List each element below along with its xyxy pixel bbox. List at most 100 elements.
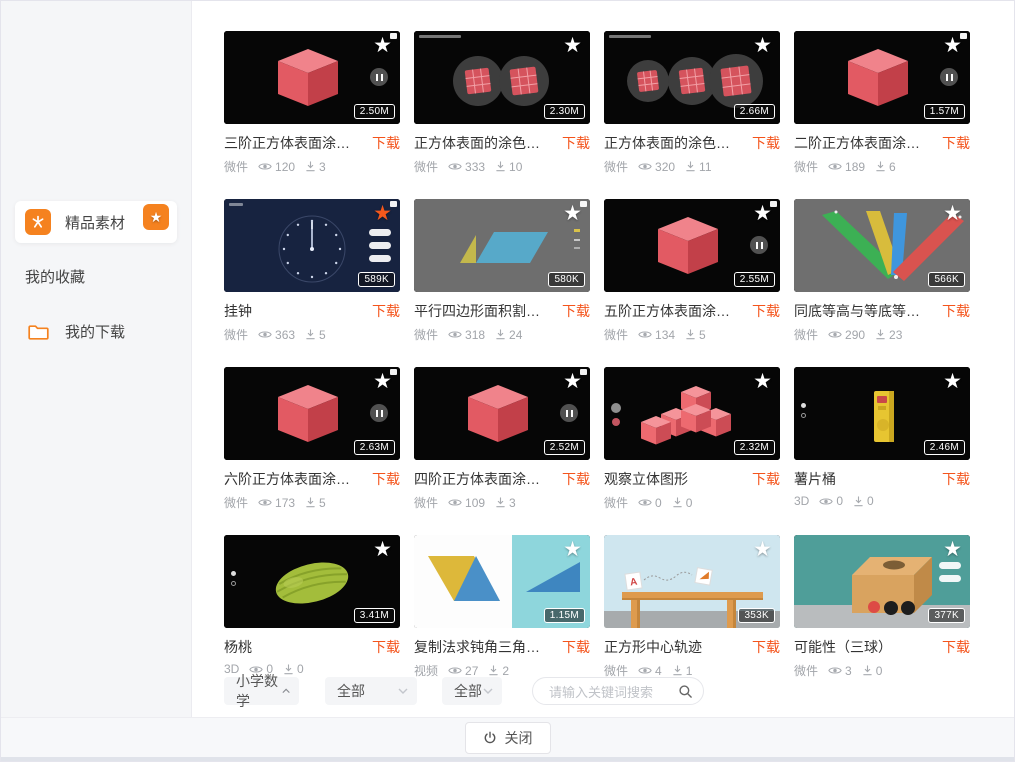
pause-icon[interactable]	[370, 68, 388, 86]
subject-dropdown[interactable]: 小学数学	[224, 677, 299, 705]
view-stat: 363	[258, 328, 295, 342]
file-size-badge: 2.32M	[734, 440, 775, 455]
download-count: 3	[319, 160, 326, 174]
card-stats-row: 3D 0 0	[794, 494, 970, 508]
favorite-star-icon[interactable]: ★	[943, 370, 962, 393]
sidebar-item-label: 精品素材	[65, 212, 125, 233]
material-thumbnail[interactable]: ★2.46M	[794, 367, 970, 460]
material-thumbnail[interactable]: ★2.30M	[414, 31, 590, 124]
eye-icon	[258, 329, 272, 340]
material-type-label: 微件	[794, 326, 818, 343]
material-thumbnail[interactable]: ★377K	[794, 535, 970, 628]
chevron-down-icon	[483, 688, 493, 694]
download-button[interactable]: 下载	[562, 301, 590, 321]
material-thumbnail[interactable]: ★2.63M	[224, 367, 400, 460]
material-title: 同底等高与等底等高...	[794, 301, 920, 321]
favorite-star-icon[interactable]: ★	[753, 538, 772, 561]
favorite-star-icon[interactable]: ★	[373, 370, 392, 393]
sidebar-item-my-favorites[interactable]: ★ 我的收藏	[15, 258, 177, 295]
file-size-badge: 353K	[738, 608, 775, 623]
favorite-star-icon[interactable]: ★	[563, 370, 582, 393]
material-card: ★1.15M 复制法求钝角三角形... 下载 视频 27 2	[414, 535, 590, 679]
download-button[interactable]: 下载	[372, 301, 400, 321]
pause-icon[interactable]	[560, 404, 578, 422]
category-dropdown-1[interactable]: 全部	[325, 677, 417, 705]
material-thumbnail[interactable]: ★3.41M	[224, 535, 400, 628]
material-thumbnail[interactable]: ★2.50M	[224, 31, 400, 124]
favorite-star-icon[interactable]: ★	[753, 34, 772, 57]
view-count: 0	[836, 494, 843, 508]
favorite-star-icon[interactable]: ★	[943, 34, 962, 57]
material-thumbnail[interactable]: ★1.57M	[794, 31, 970, 124]
view-count: 320	[655, 160, 675, 174]
eye-icon	[828, 161, 842, 172]
footer-bar: 关闭	[1, 717, 1014, 761]
material-thumbnail[interactable]: ★1.15M	[414, 535, 590, 628]
material-thumbnail[interactable]: ★2.66M	[604, 31, 780, 124]
download-button[interactable]: 下载	[372, 133, 400, 153]
file-size-badge: 566K	[928, 272, 965, 287]
download-button[interactable]: 下载	[942, 133, 970, 153]
search-icon[interactable]	[678, 684, 693, 699]
thumbnail-action-pills[interactable]	[939, 562, 961, 582]
download-count: 23	[889, 328, 902, 342]
material-thumbnail[interactable]: ★ 566K	[794, 199, 970, 292]
material-thumbnail[interactable]: ★589K	[224, 199, 400, 292]
download-button[interactable]: 下载	[372, 469, 400, 489]
favorite-star-icon[interactable]: ★	[753, 370, 772, 393]
favorite-star-icon[interactable]: ★	[563, 34, 582, 57]
card-title-row: 四阶正方体表面涂色... 下载	[414, 469, 590, 489]
pause-icon[interactable]	[370, 404, 388, 422]
download-button[interactable]: 下载	[752, 301, 780, 321]
category-dropdown-2[interactable]: 全部	[442, 677, 502, 705]
main-content: ★2.50M 三阶正方体表面涂色... 下载 微件 120 3 ★2.30M 正…	[192, 1, 1014, 717]
material-thumbnail[interactable]: ★ 580K	[414, 199, 590, 292]
material-card: ★566K 同底等高与等底等高... 下载 微件 290 23	[794, 199, 970, 343]
category-dropdown-2-value: 全部	[454, 681, 482, 701]
material-thumbnail[interactable]: ★2.55M	[604, 199, 780, 292]
material-thumbnail[interactable]: A★353K	[604, 535, 780, 628]
pause-icon[interactable]	[940, 68, 958, 86]
favorite-star-icon[interactable]: ★	[373, 34, 392, 57]
close-button-label: 关闭	[505, 728, 533, 748]
sidebar-item-my-downloads[interactable]: 我的下载	[15, 310, 177, 352]
material-title: 正方体表面的涂色问题1	[604, 133, 730, 153]
material-card: ★2.63M 六阶正方体表面涂色... 下载 微件 173 5	[224, 367, 400, 511]
favorite-star-icon[interactable]: ★	[753, 202, 772, 225]
download-button[interactable]: 下载	[942, 637, 970, 657]
favorite-star-icon[interactable]: ★	[563, 538, 582, 561]
close-button[interactable]: 关闭	[465, 722, 551, 754]
file-size-badge: 580K	[548, 272, 585, 287]
download-button[interactable]: 下载	[562, 469, 590, 489]
favorite-star-icon[interactable]: ★	[373, 202, 392, 225]
download-button[interactable]: 下载	[562, 133, 590, 153]
card-title-row: 六阶正方体表面涂色... 下载	[224, 469, 400, 489]
pause-icon[interactable]	[750, 236, 768, 254]
material-type-label: 微件	[604, 326, 628, 343]
view-stat: 134	[638, 328, 675, 342]
thumbnail-action-pills[interactable]	[369, 229, 391, 262]
download-button[interactable]: 下载	[942, 469, 970, 489]
download-stat: 3	[305, 160, 326, 174]
thumbnail-watermark	[229, 203, 243, 206]
favorite-star-icon[interactable]: ★	[943, 202, 962, 225]
download-button[interactable]: 下载	[752, 133, 780, 153]
download-stat: 11	[685, 160, 711, 174]
favorite-star-icon[interactable]: ★	[563, 202, 582, 225]
view-count: 173	[275, 496, 295, 510]
download-button[interactable]: 下载	[942, 301, 970, 321]
search-input[interactable]	[547, 679, 683, 705]
sidebar-menu: 精品素材 ★ 我的收藏 我的下载	[15, 201, 177, 352]
material-thumbnail[interactable]: ★ 2.32M	[604, 367, 780, 460]
download-button[interactable]: 下载	[562, 637, 590, 657]
material-card: ★1.57M 二阶正方体表面涂色... 下载 微件 189 6	[794, 31, 970, 175]
favorite-star-icon[interactable]: ★	[373, 538, 392, 561]
download-button[interactable]: 下载	[752, 637, 780, 657]
download-stat: 3	[495, 496, 516, 510]
download-button[interactable]: 下载	[372, 637, 400, 657]
favorite-star-icon[interactable]: ★	[943, 538, 962, 561]
material-thumbnail[interactable]: ★2.52M	[414, 367, 590, 460]
sparkle-icon	[25, 209, 51, 235]
download-icon	[672, 665, 683, 676]
download-button[interactable]: 下载	[752, 469, 780, 489]
